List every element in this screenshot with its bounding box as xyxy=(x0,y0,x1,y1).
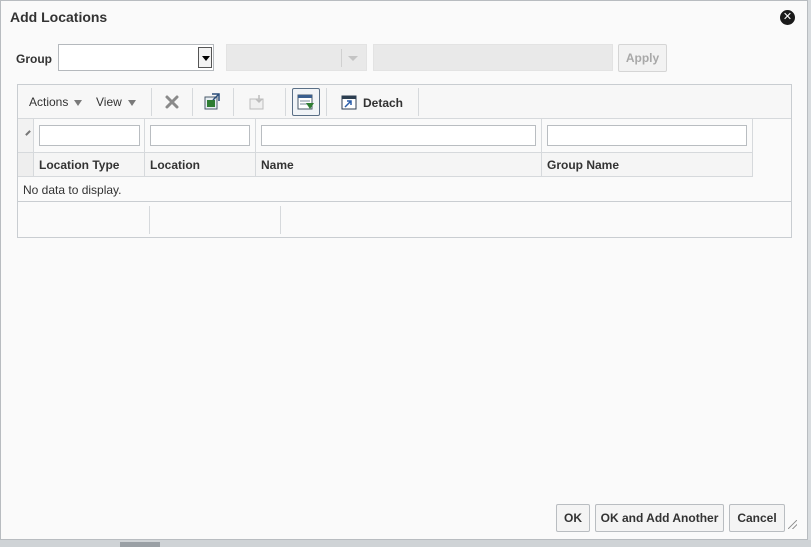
query-by-example-button[interactable] xyxy=(292,88,320,116)
subgroup-select xyxy=(226,44,367,71)
actions-menu[interactable]: Actions xyxy=(29,95,83,109)
import-icon xyxy=(248,93,266,111)
footer-divider xyxy=(280,206,281,234)
dialog-titlebar: Add Locations ✕ xyxy=(1,1,807,33)
apply-button: Apply xyxy=(618,44,667,72)
column-divider xyxy=(541,153,542,177)
actions-menu-label: Actions xyxy=(29,95,69,109)
table-toolbar: Actions View Detach xyxy=(18,85,791,119)
toolbar-divider xyxy=(285,88,286,116)
dialog-title: Add Locations xyxy=(10,9,108,25)
column-divider xyxy=(144,119,145,153)
background-element xyxy=(120,542,160,547)
close-icon[interactable]: ✕ xyxy=(780,10,795,25)
group-select[interactable] xyxy=(58,44,214,71)
table-header-row: Location Type Location Name Group Name xyxy=(18,153,753,177)
column-divider xyxy=(255,153,256,177)
table-filter-row xyxy=(18,119,753,153)
group-value-input xyxy=(373,44,613,71)
resize-grip-icon[interactable] xyxy=(788,520,797,529)
chevron-down-icon xyxy=(127,99,136,106)
cancel-button[interactable]: Cancel xyxy=(729,504,785,532)
group-label: Group xyxy=(16,52,52,66)
column-divider xyxy=(144,153,145,177)
filter-group-name-input[interactable] xyxy=(547,125,747,146)
background-page-strip xyxy=(0,540,811,547)
column-header-location-type[interactable]: Location Type xyxy=(39,158,119,172)
add-locations-dialog: Add Locations ✕ Group Apply Actions View xyxy=(0,0,808,540)
toolbar-divider xyxy=(151,88,152,116)
chevron-down-icon xyxy=(348,56,358,61)
empty-table-message: No data to display. xyxy=(23,183,122,197)
column-header-name[interactable]: Name xyxy=(261,158,294,172)
clear-filter-icon[interactable] xyxy=(18,119,34,152)
export-excel-icon[interactable] xyxy=(203,93,221,111)
filter-location-type-input[interactable] xyxy=(39,125,140,146)
column-divider xyxy=(255,119,256,153)
toolbar-divider xyxy=(192,88,193,116)
footer-divider xyxy=(149,206,150,234)
ok-and-add-another-button[interactable]: OK and Add Another xyxy=(595,504,724,532)
toolbar-divider xyxy=(326,88,327,116)
row-header-edge xyxy=(18,153,34,176)
select-divider xyxy=(341,49,342,67)
detach-icon xyxy=(341,95,357,110)
column-header-location[interactable]: Location xyxy=(150,158,200,172)
detach-label: Detach xyxy=(363,96,404,110)
table-footer-row xyxy=(18,201,791,238)
toolbar-divider xyxy=(418,88,419,116)
locations-table-panel: Actions View Detach Location Type Locati… xyxy=(17,84,792,238)
chevron-down-icon[interactable] xyxy=(198,47,212,68)
query-by-example-icon xyxy=(297,94,314,110)
filter-location-input[interactable] xyxy=(150,125,250,146)
toolbar-divider xyxy=(233,88,234,116)
chevron-down-icon xyxy=(74,99,83,106)
ok-button[interactable]: OK xyxy=(556,504,590,532)
delete-x-icon[interactable] xyxy=(163,93,181,111)
column-divider xyxy=(541,119,542,153)
column-header-group-name[interactable]: Group Name xyxy=(547,158,619,172)
view-menu-label: View xyxy=(96,95,122,109)
filter-name-input[interactable] xyxy=(261,125,536,146)
view-menu[interactable]: View xyxy=(96,95,136,109)
